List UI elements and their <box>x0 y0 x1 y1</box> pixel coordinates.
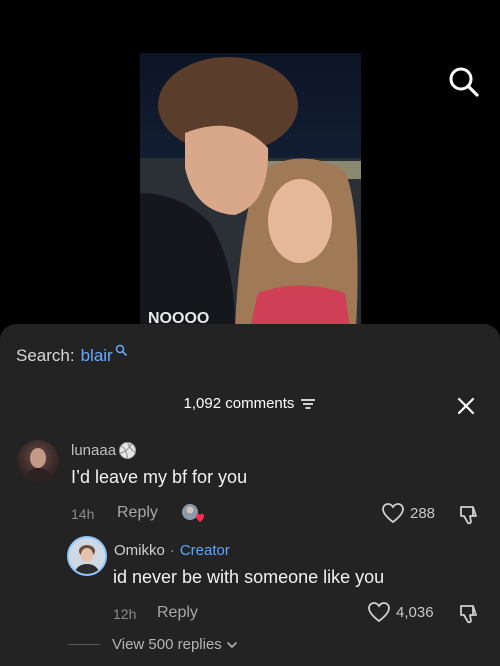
comment-count: 1,092 comments <box>183 395 295 412</box>
reply-time: 12h <box>113 606 137 622</box>
heart-icon <box>368 602 390 623</box>
avatar[interactable] <box>67 536 107 576</box>
comment-time: 14h <box>71 506 95 522</box>
reply-text: id never be with someone like you <box>113 567 385 587</box>
dislike-icon[interactable] <box>458 504 480 526</box>
dislike-icon[interactable] <box>458 603 480 625</box>
like-button[interactable]: 288 <box>381 502 435 524</box>
divider-line <box>68 644 100 645</box>
reply-username[interactable]: Omikko · Creator <box>114 542 230 559</box>
filter-icon[interactable] <box>300 397 316 411</box>
like-count: 4,036 <box>396 603 434 621</box>
close-icon[interactable] <box>456 396 476 416</box>
username-text: lunaaa <box>71 442 117 459</box>
search-suggestion[interactable]: Search: blair <box>16 344 127 366</box>
view-replies-button[interactable]: View 500 replies <box>68 636 238 653</box>
heart-icon <box>382 503 404 524</box>
creator-badge: Creator <box>179 542 230 559</box>
volleyball-badge-icon <box>118 441 137 460</box>
video-frame[interactable]: NOOOO <box>140 53 361 328</box>
avatar[interactable] <box>17 440 59 482</box>
creator-liked-icon <box>179 502 207 526</box>
like-button[interactable]: 4,036 <box>367 601 434 623</box>
search-term-link[interactable]: blair <box>81 346 113 366</box>
search-icon[interactable] <box>446 64 480 98</box>
video-scene-image: NOOOO <box>140 57 361 328</box>
username-text: Omikko <box>114 542 165 559</box>
chevron-down-icon <box>226 641 237 648</box>
like-count: 288 <box>410 504 436 522</box>
comments-sheet: Search: blair 1,092 comments lunaaa I’d … <box>0 324 500 666</box>
comments-header: 1,092 comments <box>0 395 500 412</box>
video-player[interactable]: NOOOO <box>0 0 500 330</box>
reply-button[interactable]: Reply <box>157 604 198 622</box>
separator-dot: · <box>169 542 175 559</box>
reply-button[interactable]: Reply <box>117 504 158 522</box>
comment-text: I’d leave my bf for you <box>71 467 248 487</box>
search-icon <box>115 344 127 356</box>
view-replies-label: View 500 replies <box>112 636 222 653</box>
comment-username[interactable]: lunaaa <box>71 441 137 460</box>
search-prefix: Search: <box>16 346 75 365</box>
